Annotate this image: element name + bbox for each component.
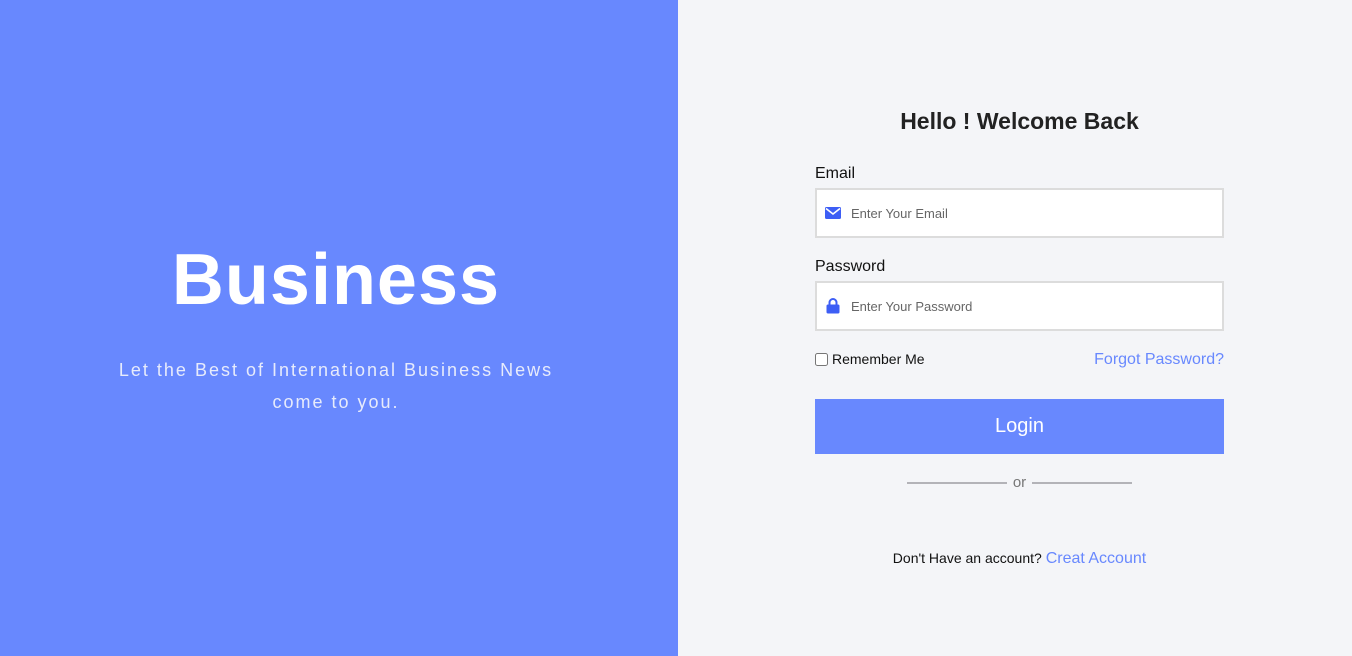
login-panel: Hello ! Welcome Back Email Password [678,0,1352,656]
login-button[interactable]: Login [815,399,1224,454]
email-label: Email [815,165,856,182]
lock-icon [825,298,841,314]
brand-title: Business [171,240,501,320]
remember-me-label: Remember Me [832,351,925,367]
email-input[interactable] [851,193,1222,233]
signup-prompt: Don't Have an account? [892,550,1042,566]
or-divider: or [907,473,1132,493]
divider-text: or [1012,474,1027,491]
brand-tagline: Let the Best of International Business N… [118,360,554,412]
email-field[interactable] [815,188,1224,238]
create-account-link[interactable]: Creat Account [1046,550,1147,567]
envelope-icon [825,205,841,221]
remember-me[interactable]: Remember Me [815,351,925,367]
divider-line-left [907,482,1007,484]
remember-me-checkbox[interactable] [815,352,828,366]
welcome-heading: Hello ! Welcome Back [900,108,1139,134]
signup-row: Don't Have an account? Creat Account [815,548,1224,569]
divider-line-right [1032,482,1132,484]
brand-panel: Business Let the Best of International B… [0,0,678,656]
forgot-password-link[interactable]: Forgot Password? [1058,350,1224,370]
password-input[interactable] [851,286,1222,326]
password-field[interactable] [815,281,1224,331]
login-page: Business Let the Best of International B… [0,0,1352,656]
password-label: Password [815,258,886,275]
